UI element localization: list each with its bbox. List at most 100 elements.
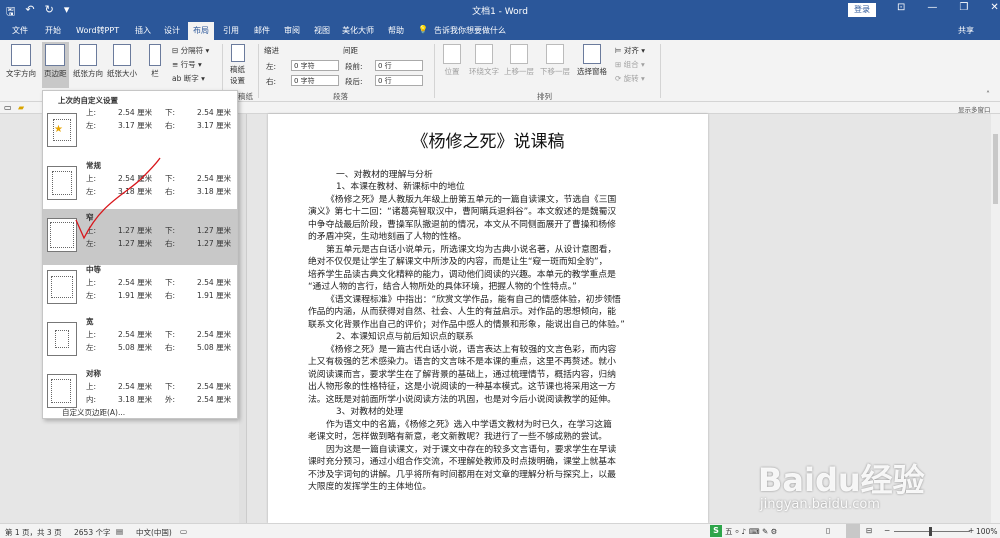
send-backward-icon	[546, 44, 564, 64]
zoom-slider-thumb[interactable]	[929, 527, 932, 536]
print-layout-icon[interactable]	[846, 524, 860, 538]
margin-value: 1.27 厘米	[197, 239, 232, 248]
orientation-button[interactable]: 纸张方向	[73, 44, 103, 79]
position-button[interactable]: 位置	[443, 44, 461, 77]
document-line: 第五单元是古白话小说单元，所选课文均为古典小说名著，从设计意图看，	[326, 244, 617, 255]
margin-value: 右:	[165, 343, 176, 352]
ribbon-display-icon[interactable]: ⊡	[897, 2, 905, 13]
margin-value: 3.17 厘米	[118, 121, 153, 130]
zoom-slider[interactable]	[894, 531, 970, 532]
document-line: 绝对不仅仅是让学生了解课文中所涉及的内容，而是让生“窥一斑而知全豹”，	[308, 257, 608, 267]
tab-review[interactable]: 审阅	[284, 25, 300, 36]
line-numbers-button[interactable]: ≡ 行号 ▾	[172, 59, 202, 70]
indent-right-label: 右:	[266, 77, 277, 86]
multi-window-button[interactable]: 显示多窗口	[958, 104, 991, 114]
folder-icon[interactable]: ▰	[18, 103, 24, 112]
size-button[interactable]: 纸张大小	[107, 44, 137, 79]
language-status[interactable]: 中文(中国)	[136, 527, 172, 538]
page-count[interactable]: 第 1 页，共 3 页	[5, 527, 62, 538]
watermark-logo: Baidu经验	[758, 461, 925, 499]
breaks-button[interactable]: ⊟ 分隔符 ▾	[172, 45, 209, 56]
paragraph-group-label: 段落	[333, 92, 348, 101]
zoom-out-icon[interactable]: −	[884, 526, 890, 535]
window-controls: ⊡ — ❐ ✕	[897, 2, 999, 13]
margin-value: 右:	[165, 291, 176, 300]
web-layout-icon[interactable]: ⊟	[866, 526, 872, 535]
document-line: 一、对教材的理解与分析	[336, 169, 433, 180]
margin-option[interactable]: 宽上: 2.54 厘米 下: 2.54 厘米 左: 5.08 厘米 右: 5.08 厘米	[43, 313, 237, 369]
margin-value: 下:	[165, 108, 176, 117]
restore-icon[interactable]: ❐	[959, 2, 968, 13]
indent-left-input[interactable]: 0 字符	[291, 60, 339, 71]
margin-value: 3.18 厘米	[118, 395, 153, 404]
close-icon[interactable]: ✕	[990, 2, 998, 13]
margin-value: 1.91 厘米	[197, 291, 232, 300]
document-line: 演义》第七十二回：“诸葛亮智取汉中，曹阿瞒兵退斜谷”。本文叙述的是魏蜀汉	[308, 207, 617, 217]
bring-forward-button[interactable]: 上移一层	[504, 44, 534, 77]
divider	[434, 44, 435, 98]
tell-me-search[interactable]: 告诉我你想要做什么	[434, 25, 506, 36]
document-page[interactable]: 《杨修之死》说课稿 一、对教材的理解与分析 1、本课在教材、新课标中的地位 《杨修之…	[268, 114, 708, 523]
margin-option-name: 宽	[86, 317, 94, 326]
document-line: 不涉及字词句的讲解。几乎将所有时间都用在对文章的理解分析与探究上，以最	[308, 469, 616, 480]
document-line: 培养学生品读古典文化精粹的能力，调动他们阅读的兴趣。本单元的教学重点是	[308, 269, 616, 280]
wrap-text-button[interactable]: 环绕文字	[469, 44, 499, 77]
word-count[interactable]: 2653 个字	[74, 527, 110, 538]
ime-toolbar[interactable]: 五 ⸰ ♪ ⌨ ✎ ⚙	[725, 526, 777, 537]
group-button[interactable]: ⊞ 组合 ▾	[615, 59, 645, 70]
rotate-button[interactable]: ⟳ 旋转 ▾	[615, 73, 645, 84]
tab-home[interactable]: 开始	[45, 25, 61, 36]
proofing-icon[interactable]: ▤	[116, 527, 123, 536]
rotate-icon: ⟳	[615, 74, 624, 83]
breaks-icon: ⊟	[172, 46, 181, 55]
paper-settings-icon	[230, 44, 245, 62]
sogou-icon[interactable]: S	[710, 525, 722, 537]
document-line: 老课文时，怎样做到略有新意，老文新教呢？我进行了一些不够成熟的尝试。	[308, 432, 608, 442]
paper-settings-button[interactable]: 稿纸 设置	[230, 44, 245, 86]
line-numbers-icon: ≡	[172, 60, 181, 69]
tab-mailings[interactable]: 邮件	[254, 25, 270, 36]
selection-pane-button[interactable]: 选择窗格	[577, 44, 607, 77]
tab-insert[interactable]: 插入	[135, 25, 151, 36]
tab-file[interactable]: 文件	[12, 25, 28, 36]
margin-value: 上:	[86, 382, 97, 391]
document-icon[interactable]: ▭	[4, 103, 12, 112]
bring-forward-icon	[510, 44, 528, 64]
document-line: 说阅读课而言，要求学生在了解背景的基础上，通过梳理情节，概括内容，归纳	[308, 369, 616, 380]
tab-layout[interactable]: 布局	[188, 22, 214, 40]
margin-option[interactable]: 中等 上: 2.54 厘米 下: 2.54 厘米 左: 1.91 厘米 右: 1.91 厘米	[43, 261, 237, 317]
minimize-icon[interactable]: —	[927, 2, 937, 13]
arrange-group-label: 排列	[537, 92, 552, 101]
margin-option-name: 对称	[86, 369, 101, 378]
spacing-after-input[interactable]: 0 行	[375, 75, 423, 86]
text-direction-button[interactable]: 文字方向	[6, 44, 36, 79]
indent-label: 缩进	[264, 46, 279, 55]
margin-value: 上:	[86, 278, 97, 287]
align-button[interactable]: ⊨ 对齐 ▾	[615, 45, 645, 56]
tab-design[interactable]: 设计	[164, 25, 180, 36]
share-button[interactable]: 共享	[958, 25, 974, 36]
indent-right-input[interactable]: 0 字符	[291, 75, 339, 86]
tab-view[interactable]: 视图	[314, 25, 330, 36]
custom-margins-menu-item[interactable]: 自定义页边距(A)...	[62, 407, 125, 418]
macro-icon[interactable]: ▭	[180, 527, 187, 536]
read-mode-icon[interactable]: ▯	[826, 526, 830, 535]
tab-references[interactable]: 引用	[223, 25, 239, 36]
document-line: 《杨修之死》是人教版九年级上册第五单元的一篇自读课文，节选自《三国	[326, 194, 617, 205]
spacing-before-input[interactable]: 0 行	[375, 60, 423, 71]
scrollbar-thumb[interactable]	[993, 134, 998, 204]
hyphenation-button[interactable]: ab 断字 ▾	[172, 73, 205, 84]
collapse-ribbon-icon[interactable]: ˄	[986, 90, 990, 99]
zoom-level[interactable]: 100%	[976, 527, 997, 536]
tab-help[interactable]: 帮助	[388, 25, 404, 36]
send-backward-button[interactable]: 下移一层	[540, 44, 570, 77]
tab-beautify[interactable]: 美化大师	[342, 25, 374, 36]
login-button[interactable]: 登录	[848, 3, 876, 17]
zoom-in-icon[interactable]: +	[968, 526, 974, 535]
tab-word2ppt[interactable]: Word转PPT	[76, 25, 119, 36]
columns-icon	[149, 44, 161, 66]
margins-button[interactable]: 页边距	[42, 42, 69, 88]
margin-preview-icon	[47, 270, 77, 304]
spacing-label: 间距	[343, 46, 358, 55]
columns-button[interactable]: 栏	[149, 44, 161, 79]
